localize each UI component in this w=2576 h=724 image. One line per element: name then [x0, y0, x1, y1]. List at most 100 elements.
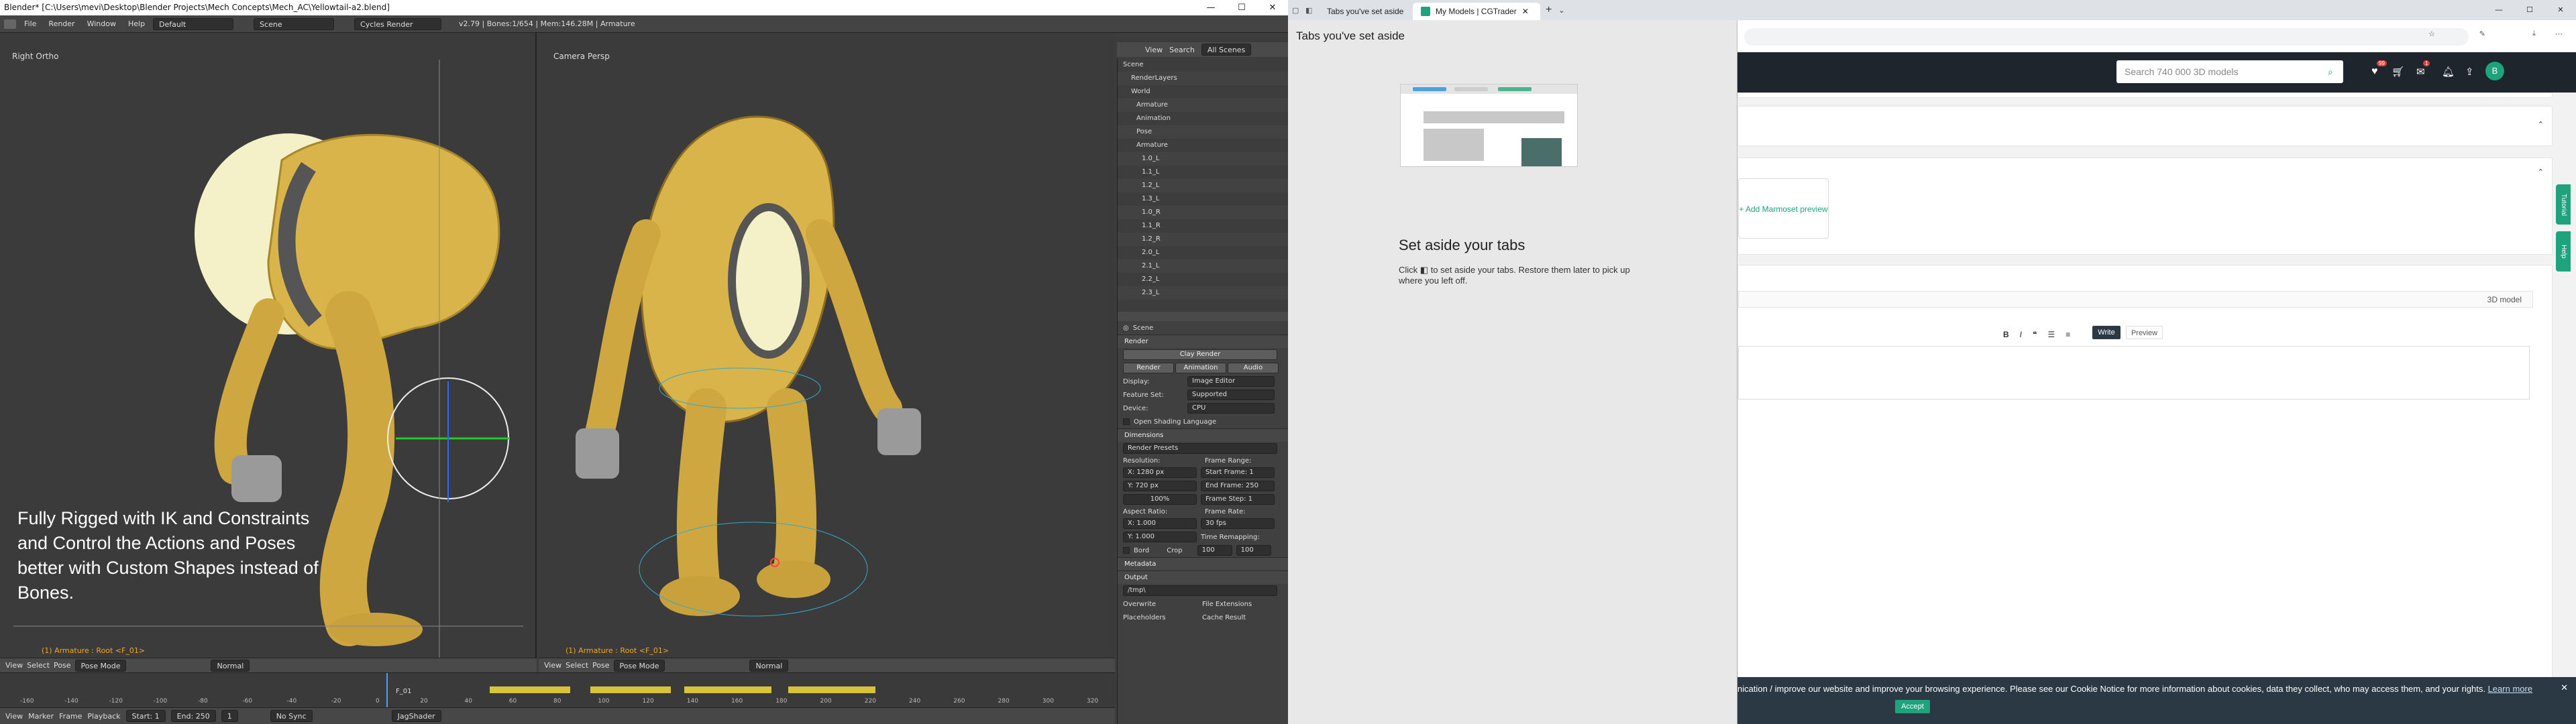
- border-checkbox[interactable]: [1123, 547, 1130, 554]
- pose-menu-2[interactable]: Pose: [592, 661, 609, 670]
- aspect-y-field[interactable]: Y: 1.000: [1123, 532, 1197, 542]
- clay-render-button[interactable]: Clay Render: [1123, 349, 1277, 360]
- outliner-row[interactable]: Armature: [1118, 99, 1288, 112]
- res-y-field[interactable]: Y: 720 px: [1123, 481, 1197, 491]
- current-frame-field[interactable]: 1: [221, 710, 238, 722]
- tab-search-icon[interactable]: ◧: [1305, 6, 1319, 15]
- outliner-row[interactable]: 1.0_L: [1118, 152, 1288, 166]
- render-presets-select[interactable]: Render Presets: [1123, 443, 1277, 454]
- new-tab-icon[interactable]: +: [1546, 4, 1552, 16]
- outliner-row[interactable]: World: [1118, 85, 1288, 99]
- view-menu[interactable]: View: [5, 661, 23, 670]
- add-marmoset-preview-button[interactable]: + Add Marmoset preview: [1738, 178, 1829, 239]
- orientation-select-2[interactable]: Normal: [749, 659, 789, 672]
- tab-cgtrader[interactable]: My Models | CGTrader ✕: [1413, 3, 1540, 20]
- tutorial-side-button[interactable]: Tutorial: [2556, 184, 2571, 225]
- frame-step-prop[interactable]: Frame Step: 1: [1201, 494, 1275, 505]
- heart-icon[interactable]: ♥: [2371, 66, 2378, 78]
- learn-more-link[interactable]: Learn more: [2488, 684, 2532, 694]
- extensions-icon[interactable]: ✎: [2479, 29, 2485, 38]
- collapse-chevron-icon[interactable]: ⌃: [2538, 120, 2544, 129]
- end-frame-field[interactable]: End: 250: [170, 710, 216, 722]
- outliner-row[interactable]: 1.0_R: [1118, 206, 1288, 219]
- outliner-row[interactable]: Pose: [1118, 125, 1288, 139]
- scene-select[interactable]: Scene: [254, 17, 335, 30]
- bookmark-star-icon[interactable]: ☆: [2428, 29, 2435, 38]
- menu-dots-icon[interactable]: ⋯: [2555, 29, 2563, 38]
- device-select[interactable]: CPU: [1187, 403, 1275, 414]
- timeline[interactable]: F_01 -160 -140 -120 -100 -80 -60 -40 -20 0 20 40 60…: [0, 672, 1115, 707]
- outliner[interactable]: Scene RenderLayers World Armature Animation P…: [1117, 58, 1288, 312]
- maximize-button[interactable]: ☐: [1226, 0, 1257, 15]
- res-x-field[interactable]: X: 1280 px: [1123, 467, 1197, 478]
- menu-help[interactable]: Help: [124, 19, 149, 28]
- osl-checkbox[interactable]: [1123, 418, 1130, 425]
- search-icon[interactable]: ⌕: [2328, 66, 2333, 78]
- dimensions-section-header[interactable]: Dimensions: [1118, 428, 1288, 442]
- feature-set-select[interactable]: Supported: [1187, 389, 1275, 400]
- description-textarea[interactable]: [1738, 346, 2530, 400]
- render-section-header[interactable]: Render: [1118, 335, 1288, 348]
- timeline-view-menu[interactable]: View: [5, 712, 23, 721]
- placeholders-label[interactable]: Placeholders: [1123, 614, 1198, 621]
- overwrite-label[interactable]: Overwrite: [1123, 601, 1198, 608]
- menu-render[interactable]: Render: [44, 19, 78, 28]
- outliner-row[interactable]: 2.1_L: [1118, 259, 1288, 273]
- outliner-row[interactable]: 2.3_L: [1118, 286, 1288, 300]
- help-side-button[interactable]: Help: [2556, 231, 2571, 272]
- sync-select[interactable]: No Sync: [270, 710, 313, 722]
- audio-button[interactable]: Audio: [1228, 363, 1279, 373]
- outliner-row[interactable]: 1.1_R: [1118, 219, 1288, 233]
- upload-icon[interactable]: ⇪: [2465, 66, 2474, 78]
- cart-icon[interactable]: 🛒︎: [2392, 66, 2404, 78]
- output-path-field[interactable]: /tmp\: [1123, 585, 1277, 596]
- downloads-icon[interactable]: ⤓: [2532, 29, 2536, 38]
- collapse-chevron-icon[interactable]: ⌃: [2538, 168, 2544, 176]
- render-engine-select[interactable]: Cycles Render: [354, 17, 442, 30]
- select-menu[interactable]: Select: [27, 661, 50, 670]
- omnibox[interactable]: [1744, 28, 2469, 46]
- metadata-section-header[interactable]: Metadata: [1118, 557, 1288, 570]
- outliner-row[interactable]: Scene: [1118, 58, 1288, 72]
- tab-close-icon[interactable]: ✕: [1522, 3, 1529, 20]
- tab-set-aside[interactable]: Tabs you've set aside: [1319, 3, 1413, 20]
- quote-icon[interactable]: ❝: [2033, 330, 2037, 339]
- bell-icon[interactable]: 🔔︎: [2442, 66, 2455, 78]
- avatar[interactable]: B: [2485, 62, 2504, 80]
- tab-actions-icon[interactable]: ▢: [1292, 6, 1305, 15]
- chrome-minimize-button[interactable]: —: [2483, 0, 2514, 20]
- file-ext-label[interactable]: File Extensions: [1202, 601, 1252, 608]
- menu-window[interactable]: Window: [83, 19, 120, 28]
- time-old-field[interactable]: 100: [1197, 545, 1232, 556]
- aspect-x-field[interactable]: X: 1.000: [1123, 518, 1197, 529]
- time-new-field[interactable]: 100: [1236, 545, 1271, 556]
- start-frame-prop[interactable]: Start Frame: 1: [1201, 467, 1275, 478]
- timeline-frame-menu[interactable]: Frame: [59, 712, 82, 721]
- mode-select-2[interactable]: Pose Mode: [613, 659, 665, 672]
- preview-tab[interactable]: Preview: [2126, 326, 2163, 339]
- fps-select[interactable]: 30 fps: [1201, 518, 1275, 529]
- italic-icon[interactable]: I: [2020, 330, 2022, 339]
- output-section-header[interactable]: Output: [1118, 570, 1288, 584]
- bold-icon[interactable]: B: [2003, 330, 2009, 339]
- timeline-marker-menu[interactable]: Marker: [28, 712, 54, 721]
- layout-select[interactable]: Default: [153, 17, 234, 30]
- cookie-close-icon[interactable]: ✕: [2561, 682, 2568, 693]
- chrome-maximize-button[interactable]: ☐: [2514, 0, 2545, 20]
- outliner-row[interactable]: 1.3_L: [1118, 192, 1288, 206]
- end-frame-prop[interactable]: End Frame: 250: [1201, 481, 1275, 491]
- menu-file[interactable]: File: [20, 19, 40, 28]
- outliner-row[interactable]: 2.0_L: [1118, 246, 1288, 259]
- outliner-search-menu[interactable]: Search: [1169, 46, 1195, 54]
- res-percent-field[interactable]: 100%: [1123, 494, 1197, 505]
- close-button[interactable]: ✕: [1257, 0, 1288, 15]
- outliner-row[interactable]: Armature: [1118, 139, 1288, 152]
- animation-button[interactable]: Animation: [1175, 363, 1226, 373]
- viewport-camera-persp[interactable]: Camera Persp (1) Armature : Root <F_01>: [539, 33, 1115, 658]
- view-menu-2[interactable]: View: [544, 661, 561, 670]
- chrome-close-button[interactable]: ✕: [2545, 0, 2576, 20]
- outliner-display-select[interactable]: All Scenes: [1201, 44, 1252, 56]
- outliner-row[interactable]: 2.2_L: [1118, 273, 1288, 286]
- outliner-row[interactable]: 1.1_L: [1118, 166, 1288, 179]
- render-button[interactable]: Render: [1123, 363, 1174, 373]
